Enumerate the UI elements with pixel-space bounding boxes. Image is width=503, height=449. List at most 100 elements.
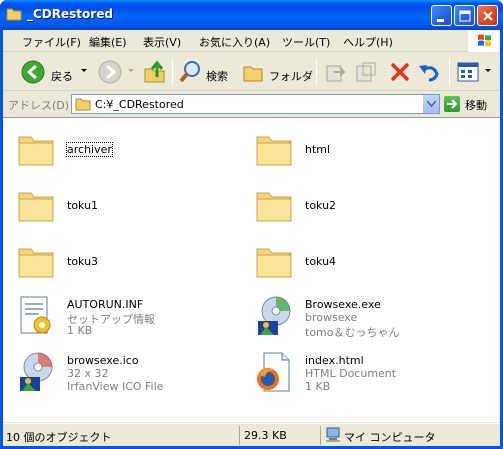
item-size: 1 KB (305, 380, 331, 393)
copy-to-icon (356, 62, 376, 82)
go-button[interactable]: 移動 (444, 95, 498, 113)
folders-label: フォルダ (269, 70, 313, 83)
menu-tools[interactable]: ツール(T) (282, 34, 330, 50)
ico-file-icon (20, 352, 53, 391)
file-list[interactable]: archiver html toku1 toku2 toku3 toku4 AU… (3, 117, 500, 422)
item-company: tomo＆むっちゃん (305, 326, 400, 339)
menu-view[interactable]: 表示(V) (143, 34, 181, 50)
item-name: Browsexe.exe (305, 298, 381, 311)
delete-icon (390, 62, 410, 82)
file-item-autorun-inf[interactable]: AUTORUN.INF セットアップ情報 1 KB (8, 293, 228, 343)
status-location: マイ コンピュータ (344, 431, 436, 444)
status-bar: 10 個のオブジェクト 29.3 KB マイ コンピュータ (3, 423, 500, 446)
folders-icon (243, 66, 263, 82)
undo-button[interactable] (417, 57, 441, 87)
item-name: archiver (66, 142, 113, 157)
folder-item-toku2[interactable]: toku2 (246, 181, 466, 231)
item-name: toku1 (67, 199, 99, 212)
address-dropdown-button[interactable] (422, 95, 439, 113)
item-type: IrfanView ICO File (67, 380, 164, 393)
folder-item-toku1[interactable]: toku1 (8, 181, 228, 231)
back-button[interactable]: 戻る (21, 57, 81, 87)
item-name: browsexe.ico (67, 354, 139, 367)
item-size: 1 KB (67, 324, 93, 337)
menu-bar: ファイル(F) 編集(E) 表示(V) お気に入り(A) ツール(T) ヘルプ(… (3, 30, 500, 52)
exe-icon (258, 296, 291, 335)
item-name: html (305, 143, 331, 156)
views-dropdown-icon[interactable] (485, 69, 491, 72)
chevron-down-icon (427, 101, 436, 107)
move-to-button[interactable] (324, 57, 348, 87)
up-folder-icon (144, 60, 165, 83)
search-label: 検索 (206, 70, 228, 83)
menu-favorites[interactable]: お気に入り(A) (199, 34, 270, 50)
item-name: toku3 (67, 255, 99, 268)
minimize-button[interactable] (431, 5, 452, 26)
standard-toolbar: 戻る 検索 フォルダ (3, 53, 500, 91)
search-icon (179, 61, 200, 83)
folder-icon (18, 192, 54, 222)
views-icon (457, 62, 479, 82)
folders-button[interactable]: フォルダ (241, 57, 313, 87)
file-item-browsexe-ico[interactable]: browsexe.ico 32 x 32 IrfanView ICO File (8, 349, 228, 399)
window-frame-left (0, 30, 3, 449)
window-title: _CDRestored (27, 7, 113, 21)
file-item-browsexe-exe[interactable]: Browsexe.exe browsexe tomo＆むっちゃん (246, 293, 466, 343)
status-divider (239, 426, 240, 445)
toolbar-separator (172, 58, 173, 86)
windows-flag-icon (478, 34, 491, 47)
move-to-icon (326, 65, 346, 82)
status-size: 29.3 KB (244, 429, 287, 442)
address-bar: アドレス(D) C:¥_CDRestored 移動 (3, 92, 500, 116)
forward-dropdown-icon[interactable] (128, 69, 134, 72)
status-divider (320, 426, 321, 445)
toolbar-separator (449, 58, 450, 86)
maximize-button[interactable] (454, 5, 475, 26)
folder-item-toku3[interactable]: toku3 (8, 237, 228, 287)
address-value: C:¥_CDRestored (95, 98, 184, 111)
go-label: 移動 (465, 99, 487, 112)
copy-to-button[interactable] (354, 57, 378, 87)
folder-icon (256, 136, 292, 166)
folder-icon (256, 248, 292, 278)
menu-help[interactable]: ヘルプ(H) (343, 34, 393, 50)
folder-icon (6, 8, 22, 21)
close-icon (483, 11, 493, 21)
my-computer-icon (326, 427, 340, 442)
maximize-icon (459, 10, 471, 22)
close-button[interactable] (477, 5, 498, 26)
address-field[interactable]: C:¥_CDRestored (71, 94, 440, 114)
back-label: 戻る (51, 70, 73, 83)
setup-info-icon (20, 296, 51, 334)
back-arrow-icon (21, 60, 45, 84)
item-name: toku2 (305, 199, 337, 212)
menu-edit[interactable]: 編集(E) (89, 34, 127, 50)
address-label: アドレス(D) (8, 99, 70, 112)
status-object-count: 10 個のオブジェクト (6, 431, 112, 444)
minimize-icon (437, 19, 444, 22)
back-dropdown-icon[interactable] (81, 69, 87, 72)
folder-item-archiver[interactable]: archiver (8, 125, 228, 175)
html-document-icon (257, 352, 290, 392)
windows-logo (468, 30, 500, 52)
item-name: index.html (305, 354, 364, 367)
folder-icon (75, 98, 91, 111)
forward-arrow-icon (98, 60, 122, 84)
menu-file[interactable]: ファイル(F) (22, 34, 81, 50)
folder-item-html[interactable]: html (246, 125, 466, 175)
window-client: ファイル(F) 編集(E) 表示(V) お気に入り(A) ツール(T) ヘルプ(… (3, 30, 500, 446)
forward-button[interactable] (98, 57, 124, 87)
file-item-index-html[interactable]: index.html HTML Document 1 KB (246, 349, 466, 399)
undo-icon (419, 65, 439, 82)
up-folder-button[interactable] (143, 57, 167, 87)
delete-button[interactable] (388, 57, 412, 87)
folder-item-toku4[interactable]: toku4 (246, 237, 466, 287)
title-bar[interactable]: _CDRestored (0, 0, 503, 30)
item-name: AUTORUN.INF (67, 298, 144, 311)
explorer-window: _CDRestored ファイル(F) 編集(E) 表示(V) お気に入り(A)… (0, 0, 503, 449)
item-dimensions: 32 x 32 (67, 367, 109, 380)
folder-icon (256, 192, 292, 222)
item-description: browsexe (305, 311, 358, 324)
views-button[interactable] (456, 57, 482, 87)
search-button[interactable]: 検索 (178, 57, 238, 87)
